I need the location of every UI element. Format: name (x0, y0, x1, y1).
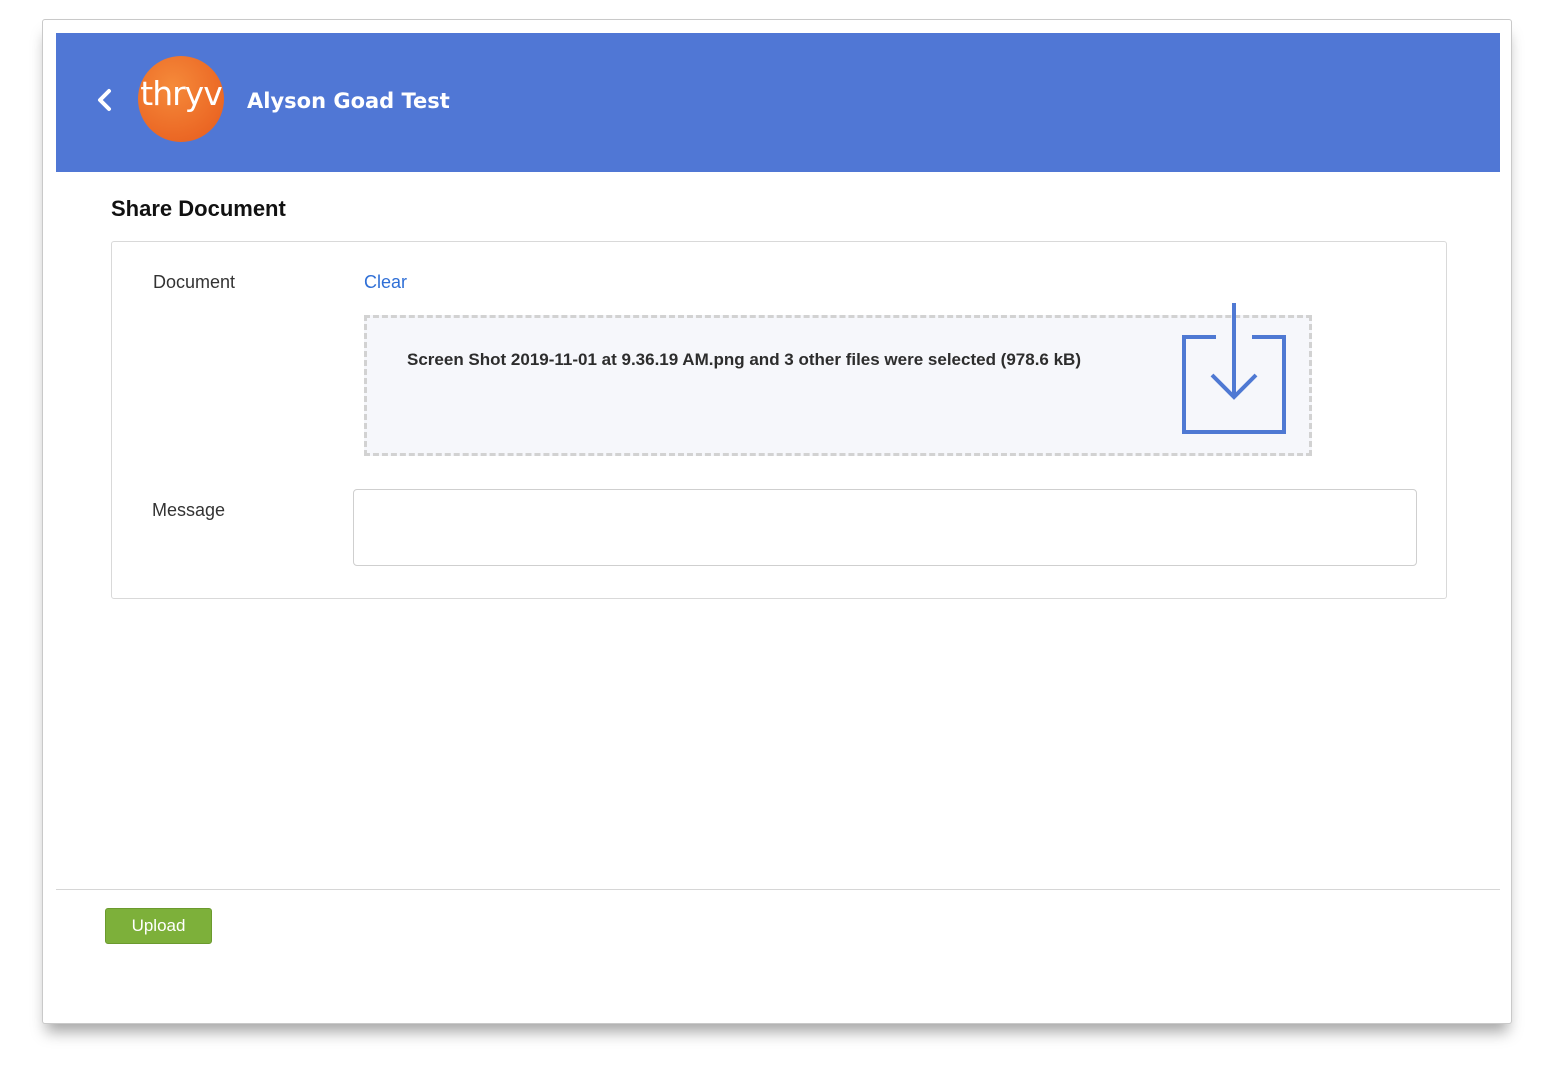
footer-divider (56, 889, 1500, 890)
selected-files-text: Screen Shot 2019-11-01 at 9.36.19 AM.png… (407, 350, 1081, 369)
page-title: Share Document (111, 196, 286, 221)
file-dropzone[interactable]: Screen Shot 2019-11-01 at 9.36.19 AM.png… (364, 303, 1312, 456)
chevron-left-icon[interactable] (92, 83, 116, 117)
download-icon (1182, 303, 1286, 434)
share-document-form: Document Clear Screen Shot 2019-11-01 at… (111, 241, 1447, 599)
logo-text: thryv (140, 74, 222, 113)
thryv-logo: thryv (138, 56, 224, 142)
header-bar: thryv Alyson Goad Test (56, 33, 1500, 172)
message-label: Message (152, 500, 226, 520)
message-input[interactable] (353, 489, 1417, 566)
clear-link[interactable]: Clear (364, 271, 407, 293)
upload-button[interactable]: Upload (105, 908, 212, 944)
document-label: Document (153, 272, 236, 292)
account-name: Alyson Goad Test (247, 89, 450, 113)
app-window: thryv Alyson Goad Test Share Document Do… (42, 19, 1512, 1024)
